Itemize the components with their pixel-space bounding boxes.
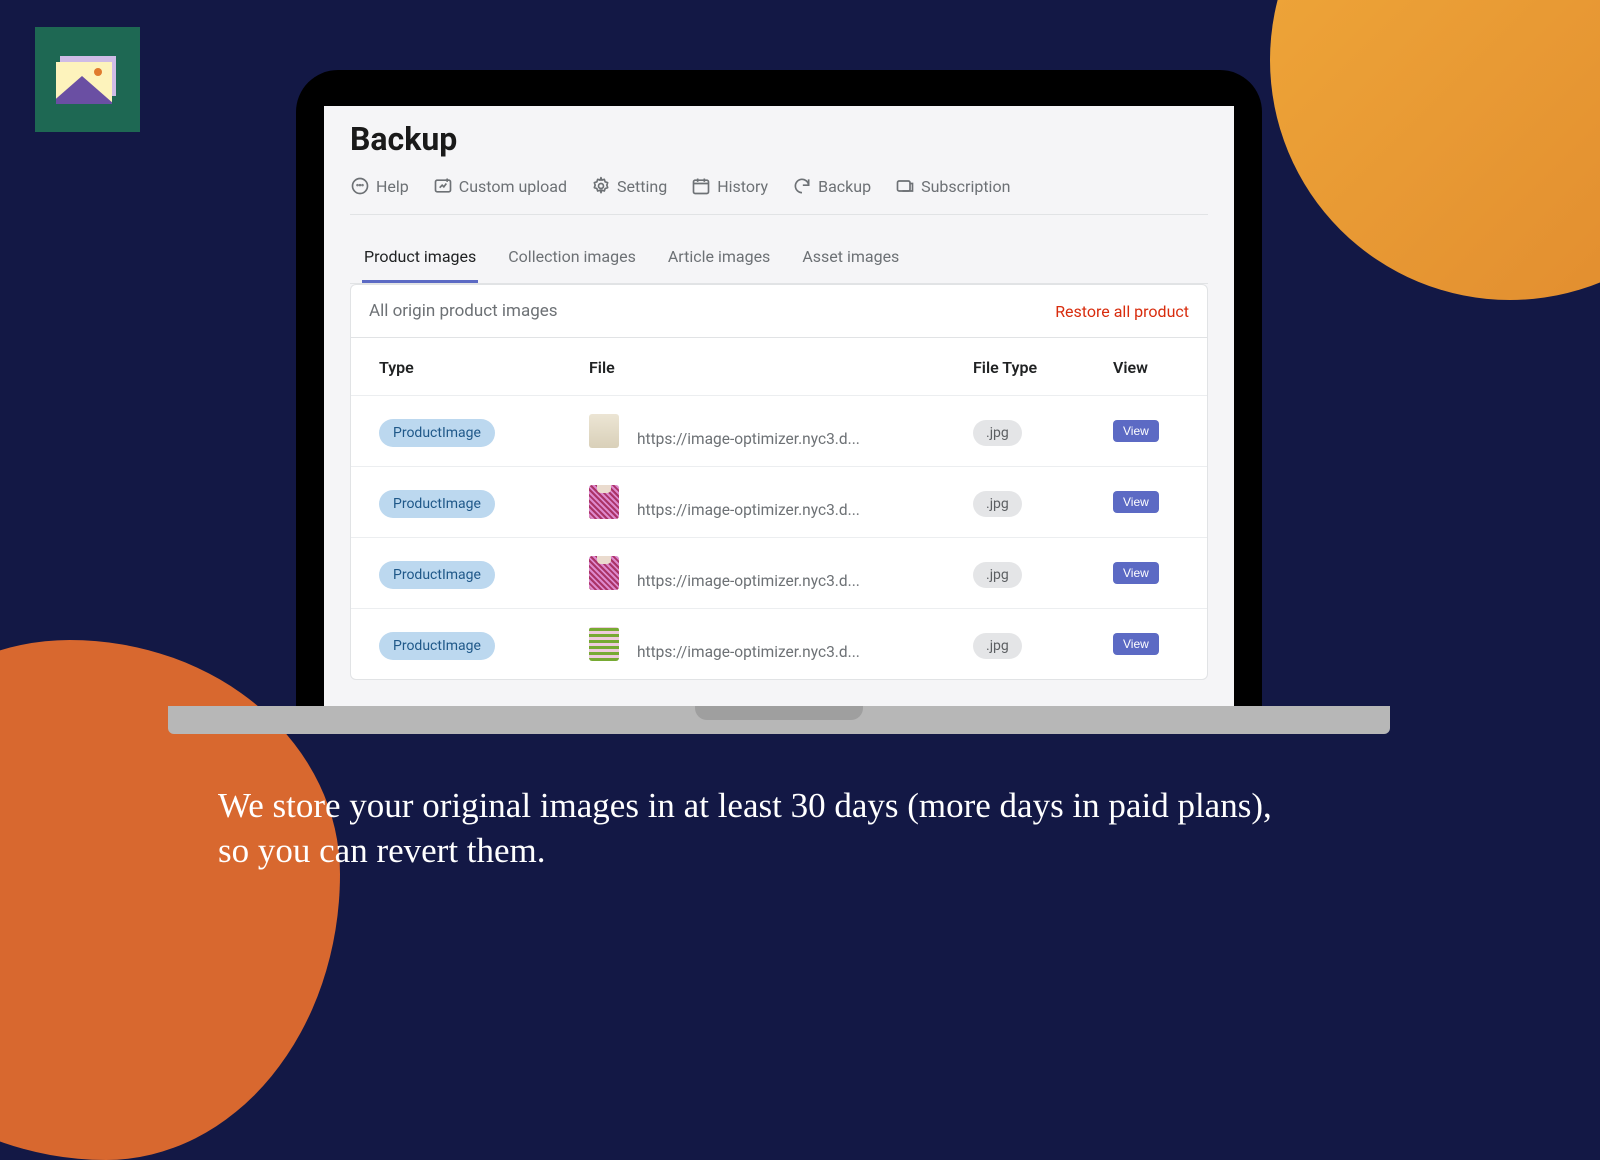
calendar-icon (691, 176, 711, 196)
type-badge: ProductImage (379, 419, 495, 447)
gear-icon (591, 176, 611, 196)
nav-upload-label: Custom upload (459, 177, 567, 196)
nav-setting[interactable]: Setting (591, 176, 667, 196)
table-row: ProductImage https://image-optimizer.nyc… (351, 466, 1207, 537)
nav-help[interactable]: Help (350, 176, 409, 196)
app-logo (35, 27, 140, 132)
marketing-caption: We store your original images in at leas… (218, 784, 1298, 874)
col-header-type: Type (379, 358, 589, 377)
thumbnail-icon (589, 485, 619, 519)
file-url: https://image-optimizer.nyc3.d... (637, 643, 860, 661)
filetype-badge: .jpg (973, 562, 1022, 588)
filetype-badge: .jpg (973, 420, 1022, 446)
card-icon (895, 176, 915, 196)
tab-collection-images[interactable]: Collection images (506, 239, 638, 283)
type-badge: ProductImage (379, 632, 495, 660)
page-title: Backup (350, 120, 1208, 158)
restore-all-link[interactable]: Restore all product (1055, 302, 1189, 321)
upload-icon (433, 176, 453, 196)
nav-custom-upload[interactable]: Custom upload (433, 176, 567, 196)
table-row: ProductImage https://image-optimizer.nyc… (351, 608, 1207, 679)
thumbnail-icon (589, 556, 619, 590)
nav-subscription[interactable]: Subscription (895, 176, 1010, 196)
thumbnail-icon (589, 414, 619, 448)
file-url: https://image-optimizer.nyc3.d... (637, 430, 860, 448)
nav-help-label: Help (376, 177, 409, 196)
col-header-file: File (589, 358, 973, 377)
images-panel: All origin product images Restore all pr… (350, 284, 1208, 680)
table-header: Type File File Type View (351, 338, 1207, 395)
tab-product-images[interactable]: Product images (362, 239, 478, 283)
filetype-badge: .jpg (973, 633, 1022, 659)
nav-history-label: History (717, 177, 768, 196)
nav-backup-label: Backup (818, 177, 871, 196)
tab-asset-images[interactable]: Asset images (800, 239, 901, 283)
file-url: https://image-optimizer.nyc3.d... (637, 501, 860, 519)
top-nav: Help Custom upload Setting History (350, 176, 1208, 215)
help-icon (350, 176, 370, 196)
view-button[interactable]: View (1113, 633, 1159, 655)
refresh-icon (792, 176, 812, 196)
nav-setting-label: Setting (617, 177, 667, 196)
laptop-mockup: Backup Help Custom upload Setting (296, 70, 1262, 730)
view-button[interactable]: View (1113, 420, 1159, 442)
table-row: ProductImage https://image-optimizer.nyc… (351, 537, 1207, 608)
nav-subscription-label: Subscription (921, 177, 1010, 196)
tab-article-images[interactable]: Article images (666, 239, 772, 283)
col-header-filetype: File Type (973, 358, 1113, 377)
file-url: https://image-optimizer.nyc3.d... (637, 572, 860, 590)
nav-history[interactable]: History (691, 176, 768, 196)
view-button[interactable]: View (1113, 491, 1159, 513)
filetype-badge: .jpg (973, 491, 1022, 517)
decorative-circle-top (1270, 0, 1600, 300)
view-button[interactable]: View (1113, 562, 1159, 584)
type-badge: ProductImage (379, 490, 495, 518)
table-row: ProductImage https://image-optimizer.nyc… (351, 395, 1207, 466)
panel-title: All origin product images (369, 301, 558, 321)
type-badge: ProductImage (379, 561, 495, 589)
nav-backup[interactable]: Backup (792, 176, 871, 196)
tabs: Product images Collection images Article… (350, 239, 1208, 284)
thumbnail-icon (589, 627, 619, 661)
laptop-base (168, 706, 1390, 734)
col-header-view: View (1113, 358, 1179, 377)
